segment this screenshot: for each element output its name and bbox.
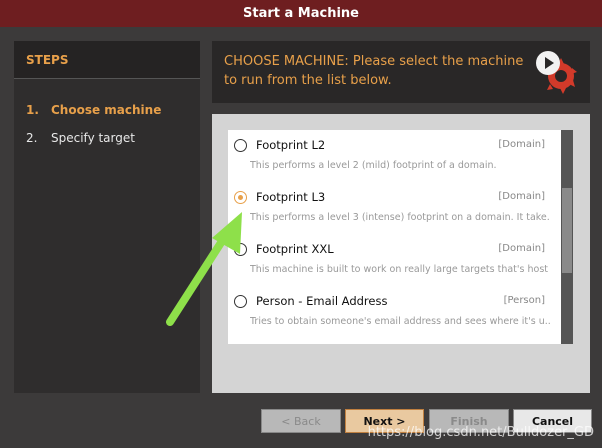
dialog-content: STEPS 1. Choose machine 2. Specify target …: [0, 27, 602, 448]
machine-list[interactable]: Footprint L2 [Domain] This performs a le…: [228, 130, 573, 344]
step-number: 2.: [26, 131, 38, 145]
back-button[interactable]: < Back: [261, 409, 341, 433]
radio-button[interactable]: [234, 295, 247, 308]
machine-name: Footprint L3: [256, 190, 326, 204]
step-label: Specify target: [51, 131, 135, 145]
machine-description: This machine is built to work on really …: [250, 264, 548, 275]
machine-item-footprint-l3[interactable]: Footprint L3 [Domain] This performs a le…: [228, 184, 561, 236]
machine-description: This performs a level 2 (mild) footprint…: [250, 160, 497, 171]
machine-description: Tries to obtain someone's email address …: [250, 316, 551, 327]
machine-item-person-email[interactable]: Person - Email Address [Person] Tries to…: [228, 288, 561, 340]
machine-category: [Domain]: [498, 191, 545, 202]
machine-name: Footprint XXL: [256, 242, 334, 256]
radio-button-selected[interactable]: [234, 191, 247, 204]
machine-list-container: Footprint L2 [Domain] This performs a le…: [212, 114, 590, 393]
machine-item-footprint-xxl[interactable]: Footprint XXL [Domain] This machine is b…: [228, 236, 561, 288]
instruction-header: CHOOSE MACHINE: Please select the machin…: [212, 41, 590, 103]
window-title: Start a Machine: [0, 0, 602, 27]
scrollbar-thumb[interactable]: [562, 188, 572, 273]
step-number: 1.: [26, 103, 39, 117]
step-specify-target: 2. Specify target: [26, 131, 135, 145]
steps-header: STEPS: [14, 41, 200, 79]
instruction-text: CHOOSE MACHINE: Please select the machin…: [224, 54, 524, 88]
radio-button[interactable]: [234, 243, 247, 256]
list-scrollbar[interactable]: [561, 130, 573, 344]
machine-category: [Person]: [503, 295, 545, 306]
radio-button[interactable]: [234, 139, 247, 152]
machine-category: [Domain]: [498, 139, 545, 150]
steps-panel: STEPS 1. Choose machine 2. Specify target: [14, 41, 200, 393]
machine-description: This performs a level 3 (intense) footpr…: [250, 212, 550, 223]
step-label: Choose machine: [51, 103, 162, 117]
watermark-text: https://blog.csdn.net/Bulldozer_GD: [367, 425, 594, 440]
maltego-logo-icon: [536, 51, 577, 94]
machine-name: Footprint L2: [256, 138, 326, 152]
step-choose-machine: 1. Choose machine: [26, 103, 161, 117]
machine-category: [Domain]: [498, 243, 545, 254]
machine-item-footprint-l2[interactable]: Footprint L2 [Domain] This performs a le…: [228, 132, 561, 184]
machine-name: Person - Email Address: [256, 294, 388, 308]
